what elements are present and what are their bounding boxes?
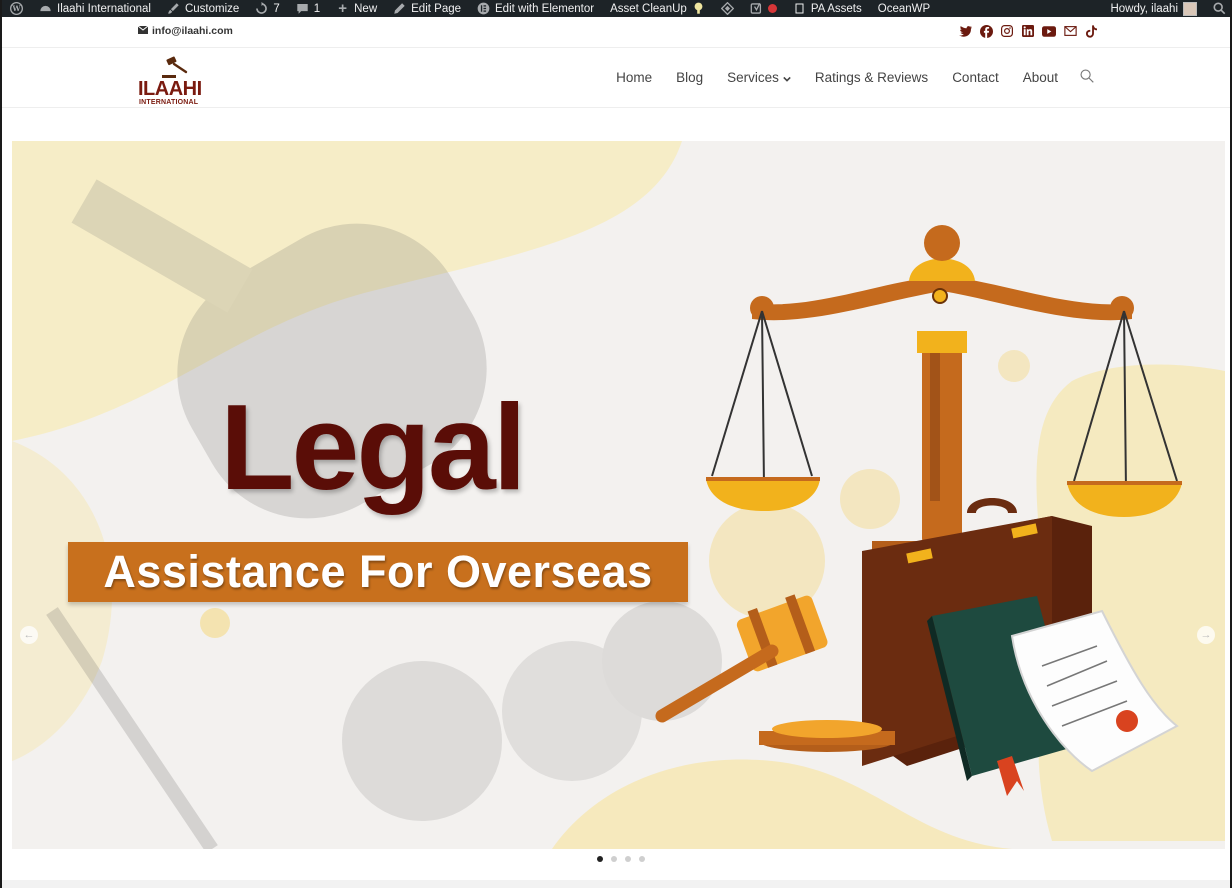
linkedin-icon[interactable]	[1021, 24, 1035, 38]
hero-slider: Legal Assistance For Overseas ← →	[12, 141, 1225, 849]
hero-title: Legal	[220, 379, 527, 515]
email-label: info@ilaahi.com	[152, 25, 233, 37]
next-section-edge	[2, 880, 1230, 888]
comments-menu[interactable]: 1	[288, 0, 328, 17]
howdy-label: Howdy, ilaahi	[1110, 2, 1178, 15]
facebook-icon[interactable]	[979, 24, 993, 38]
slider-dot-2[interactable]	[611, 856, 617, 862]
paintbrush-icon	[167, 2, 180, 15]
svg-text:W: W	[11, 4, 21, 13]
nav-label: Home	[616, 70, 653, 85]
site-name-label: Ilaahi International	[57, 2, 151, 15]
slider-pagination	[2, 856, 1230, 862]
nav-item-services[interactable]: Services	[715, 70, 803, 85]
hero-banner: Assistance For Overseas	[68, 542, 688, 602]
seo-status-dot	[767, 4, 777, 13]
search-icon	[1080, 69, 1094, 86]
site-logo[interactable]: ILAAHI INTERNATIONAL	[138, 54, 208, 106]
logo-title: ILAAHI	[138, 78, 202, 100]
nav-item-blog[interactable]: Blog	[664, 70, 715, 85]
hero-background-illustration	[12, 141, 1225, 849]
nav-label: Ratings & Reviews	[814, 70, 929, 85]
dashboard-icon	[39, 2, 52, 15]
wordpress-logo-menu[interactable]: W	[2, 0, 31, 17]
nav-item-home[interactable]: Home	[604, 70, 664, 85]
slider-dot-1[interactable]	[597, 856, 603, 862]
pa-assets-menu[interactable]: PA Assets	[785, 0, 870, 17]
customize-menu[interactable]: Customize	[159, 0, 247, 17]
comment-icon	[296, 2, 309, 15]
twitter-icon[interactable]	[958, 24, 972, 38]
arrow-right-icon: →	[1200, 629, 1212, 641]
elementor-icon	[477, 2, 490, 15]
edit-page-menu[interactable]: Edit Page	[385, 0, 469, 17]
youtube-icon[interactable]	[1042, 24, 1056, 38]
nav-label: Services	[727, 70, 779, 85]
top-bar: info@ilaahi.com	[2, 17, 1230, 48]
slider-dot-3[interactable]	[625, 856, 631, 862]
arrow-left-icon: ←	[23, 629, 35, 641]
search-icon	[1213, 2, 1226, 15]
main-nav: Home Blog Services Ratings & Reviews Con…	[604, 69, 1094, 86]
nav-label: Contact	[952, 70, 999, 85]
new-label: New	[354, 2, 378, 15]
tiktok-icon[interactable]	[1084, 24, 1098, 38]
yoast-seo-menu[interactable]	[742, 0, 785, 17]
site-name-menu[interactable]: Ilaahi International	[31, 0, 159, 17]
square-outline-icon	[793, 2, 806, 15]
asset-cleanup-menu[interactable]: Asset CleanUp	[602, 0, 713, 17]
oceanwp-label: OceanWP	[877, 2, 931, 15]
slider-next-button[interactable]: →	[1197, 626, 1215, 644]
comments-count: 1	[313, 2, 321, 15]
wordpress-icon: W	[10, 2, 23, 15]
nav-label: About	[1022, 70, 1058, 85]
slider-dot-4[interactable]	[639, 856, 645, 862]
pencil-icon	[393, 2, 406, 15]
updates-menu[interactable]: 7	[247, 0, 287, 17]
edit-page-label: Edit Page	[411, 2, 462, 15]
admin-search-button[interactable]	[1205, 0, 1230, 17]
hero-banner-text: Assistance For Overseas	[103, 546, 653, 597]
updates-icon	[255, 2, 268, 15]
nav-item-contact[interactable]: Contact	[940, 70, 1011, 85]
envelope-icon	[137, 25, 149, 37]
pa-assets-label: PA Assets	[810, 2, 862, 15]
edit-elementor-menu[interactable]: Edit with Elementor	[469, 0, 602, 17]
slider-prev-button[interactable]: ←	[20, 626, 38, 644]
nav-search-button[interactable]	[1070, 69, 1094, 86]
site-header: ILAAHI INTERNATIONAL Home Blog Services …	[2, 48, 1230, 108]
plus-icon: +	[338, 0, 347, 17]
admin-bar-right: Howdy, ilaahi	[1102, 0, 1230, 17]
oceanwp-menu[interactable]: OceanWP	[870, 0, 938, 17]
asset-cleanup-label: Asset CleanUp	[610, 2, 687, 15]
social-links	[958, 24, 1098, 38]
gavel-logo-icon	[162, 56, 188, 78]
email-link[interactable]: info@ilaahi.com	[137, 25, 233, 37]
mail-icon[interactable]	[1063, 24, 1077, 38]
yoast-icon	[750, 2, 763, 15]
my-account-menu[interactable]: Howdy, ilaahi	[1102, 0, 1205, 17]
diamond-menu[interactable]	[713, 0, 742, 17]
lightbulb-icon	[692, 2, 705, 15]
page-frame: W Ilaahi International Customize 7 1 + N…	[0, 0, 1232, 888]
customize-label: Customize	[184, 2, 240, 15]
edit-elementor-label: Edit with Elementor	[495, 2, 595, 15]
logo-subtitle: INTERNATIONAL	[139, 99, 199, 106]
instagram-icon[interactable]	[1000, 24, 1014, 38]
updates-count: 7	[273, 2, 280, 15]
avatar	[1183, 1, 1197, 16]
nav-item-about[interactable]: About	[1011, 70, 1070, 85]
new-content-menu[interactable]: + New	[328, 0, 385, 17]
nav-label: Blog	[676, 70, 704, 85]
nav-item-ratings-reviews[interactable]: Ratings & Reviews	[803, 70, 940, 85]
wp-admin-bar: W Ilaahi International Customize 7 1 + N…	[2, 0, 1230, 17]
diamond-icon	[720, 2, 734, 15]
chevron-down-icon	[783, 70, 791, 85]
